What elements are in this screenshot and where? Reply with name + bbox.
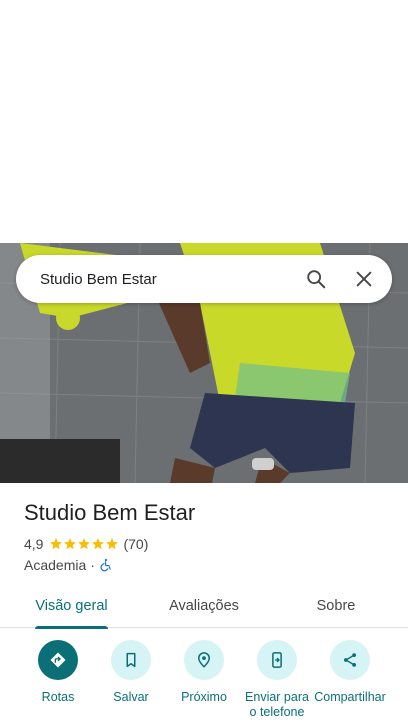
search-button[interactable] — [292, 255, 340, 303]
place-details-screen: Studio Bem Estar Studio Bem Estar 4,9 (7… — [0, 0, 408, 726]
star-icon — [78, 538, 91, 550]
star-icon — [50, 538, 63, 550]
directions-button-circle[interactable] — [38, 640, 78, 680]
directions-button[interactable]: Rotas — [18, 640, 98, 705]
search-bar[interactable]: Studio Bem Estar — [16, 255, 392, 303]
rating-value: 4,9 — [24, 536, 44, 552]
share-icon — [344, 653, 356, 667]
nearby-label: Próximo — [181, 690, 227, 704]
close-button[interactable] — [340, 255, 388, 303]
tab-about[interactable]: Sobre — [316, 584, 356, 628]
place-title: Studio Bem Estar — [24, 500, 196, 525]
nearby-button-circle[interactable] — [184, 640, 224, 680]
tab-bar: Visão geral Avaliações Sobre — [0, 584, 408, 629]
share-button[interactable]: Compartilhar — [310, 640, 390, 705]
save-label: Salvar — [113, 690, 149, 704]
share-label: Compartilhar — [314, 690, 386, 704]
send-to-phone-button[interactable]: Enviar para o telefone — [237, 640, 317, 720]
nearby-icon — [197, 652, 211, 668]
star-icon — [64, 538, 77, 550]
close-icon — [356, 271, 372, 287]
save-button-circle[interactable] — [111, 640, 151, 680]
action-bar: Rotas Salvar Próximo Enviar para o telef… — [0, 640, 408, 726]
search-query-text[interactable]: Studio Bem Estar — [16, 271, 292, 288]
star-icon — [106, 538, 119, 550]
send-to-phone-button-circle[interactable] — [257, 640, 297, 680]
wheelchair-icon — [100, 558, 111, 572]
category-row: Academia · — [24, 557, 113, 573]
separator-dot: · — [90, 557, 95, 573]
save-button[interactable]: Salvar — [91, 640, 171, 705]
place-category: Academia — [24, 557, 87, 573]
share-button-circle[interactable] — [330, 640, 370, 680]
bookmark-icon — [126, 652, 136, 668]
directions-label: Rotas — [41, 690, 75, 704]
search-icon — [307, 270, 326, 289]
nearby-button[interactable]: Próximo — [164, 640, 244, 705]
rating-stars — [49, 537, 119, 551]
tab-overview[interactable]: Visão geral — [35, 584, 108, 629]
rating-row[interactable]: 4,9 (70) — [24, 536, 148, 552]
send-to-phone-label: Enviar para o telefone — [245, 690, 309, 719]
directions-icon — [50, 652, 66, 668]
star-icon — [92, 538, 105, 550]
tab-reviews[interactable]: Avaliações — [168, 584, 240, 628]
review-count: (70) — [123, 536, 149, 552]
send-to-phone-icon — [272, 652, 282, 668]
